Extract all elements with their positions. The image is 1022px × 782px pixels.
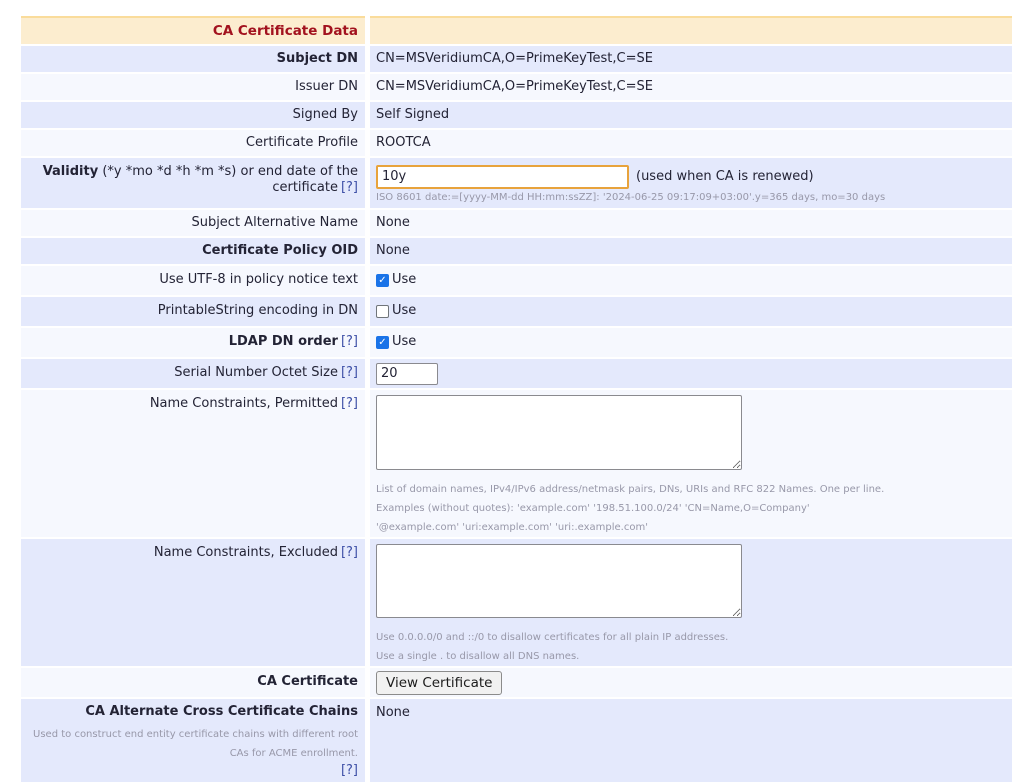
subject-dn-label: Subject DN	[21, 46, 365, 72]
validity-field-cell: (used when CA is renewed) ISO 8601 date:…	[370, 158, 1012, 208]
ldap-dn-order-cell: Use	[370, 328, 1012, 357]
nc-permitted-cell: List of domain names, IPv4/IPv6 address/…	[370, 390, 1012, 537]
signed-by-label: Signed By	[21, 102, 365, 128]
ldap-dn-order-label: LDAP DN order[?]	[21, 328, 365, 357]
section-header: CA Certificate Data	[21, 16, 365, 44]
validity-input-line: (used when CA is renewed)	[376, 165, 814, 189]
validity-format-note: ISO 8601 date:=[yyyy-MM-dd HH:mm:ssZZ]: …	[376, 192, 885, 205]
certificate-policy-oid-value: None	[370, 238, 1012, 264]
nc-excluded-note-line: Use 0.0.0.0/0 and ::/0 to disallow certi…	[376, 628, 728, 647]
nc-excluded-label: Name Constraints, Excluded[?]	[21, 539, 365, 666]
nc-permitted-note-line: List of domain names, IPv4/IPv6 address/…	[376, 480, 884, 499]
certificate-policy-oid-label: Certificate Policy OID	[21, 238, 365, 264]
utf8-policy-checkbox-row: Use	[376, 272, 416, 288]
serial-octet-size-cell	[370, 359, 1012, 388]
certificate-profile-label: Certificate Profile	[21, 130, 365, 156]
section-header-spacer	[370, 16, 1012, 44]
validity-help-link[interactable]: [?]	[341, 180, 358, 195]
subject-alt-name-value: None	[370, 210, 1012, 236]
nc-excluded-notes: Use 0.0.0.0/0 and ::/0 to disallow certi…	[376, 628, 728, 666]
ca-certificate-data-table: CA Certificate Data Subject DN CN=MSVeri…	[21, 16, 1012, 782]
nc-permitted-label: Name Constraints, Permitted[?]	[21, 390, 365, 537]
validity-suffix: (used when CA is renewed)	[636, 169, 814, 185]
nc-excluded-help-link[interactable]: [?]	[341, 545, 358, 560]
nc-excluded-label-text: Name Constraints, Excluded[?]	[154, 545, 358, 561]
ca-certificate-cell: View Certificate	[370, 668, 1012, 697]
nc-excluded-cell: Use 0.0.0.0/0 and ::/0 to disallow certi…	[370, 539, 1012, 666]
section-title: CA Certificate Data	[213, 23, 358, 40]
ca-certificate-label: CA Certificate	[21, 668, 365, 697]
printable-string-label: PrintableString encoding in DN	[21, 297, 365, 326]
alternate-chains-value: None	[370, 699, 1012, 782]
certificate-profile-value: ROOTCA	[370, 130, 1012, 156]
nc-permitted-textarea[interactable]	[376, 395, 742, 470]
subject-dn-value: CN=MSVeridiumCA,O=PrimeKeyTest,C=SE	[370, 46, 1012, 72]
printable-string-checkbox[interactable]	[376, 305, 389, 318]
nc-excluded-textarea[interactable]	[376, 544, 742, 618]
nc-excluded-note-line: Use a single . to disallow all DNS names…	[376, 647, 728, 666]
ldap-dn-order-label-text: LDAP DN order[?]	[229, 334, 358, 350]
validity-label-text: Validity (*y *mo *d *h *m *s) or end dat…	[33, 164, 358, 197]
validity-label: Validity (*y *mo *d *h *m *s) or end dat…	[21, 158, 365, 208]
serial-octet-size-label-text: Serial Number Octet Size[?]	[174, 365, 358, 381]
view-certificate-button[interactable]: View Certificate	[376, 671, 502, 695]
signed-by-value: Self Signed	[370, 102, 1012, 128]
alternate-chains-label: CA Alternate Cross Certificate Chains	[85, 704, 358, 720]
ldap-dn-order-checkbox-row: Use	[376, 334, 416, 350]
printable-string-checkbox-row: Use	[376, 303, 416, 319]
printable-string-cell: Use	[370, 297, 1012, 326]
alternate-chains-label-cell: CA Alternate Cross Certificate Chains Us…	[21, 699, 365, 782]
utf8-policy-checkbox[interactable]	[376, 274, 389, 287]
serial-octet-size-label: Serial Number Octet Size[?]	[21, 359, 365, 388]
serial-octet-size-help-link[interactable]: [?]	[341, 365, 358, 380]
ldap-dn-order-help-link[interactable]: [?]	[341, 334, 358, 349]
nc-permitted-note-line: '@example.com' 'uri:example.com' 'uri:.e…	[376, 518, 884, 537]
issuer-dn-value: CN=MSVeridiumCA,O=PrimeKeyTest,C=SE	[370, 74, 1012, 100]
printable-string-checkbox-label: Use	[392, 303, 416, 319]
nc-permitted-label-text: Name Constraints, Permitted[?]	[150, 396, 358, 412]
utf8-policy-label: Use UTF-8 in policy notice text	[21, 266, 365, 295]
nc-permitted-notes: List of domain names, IPv4/IPv6 address/…	[376, 480, 884, 537]
utf8-policy-checkbox-label: Use	[392, 272, 416, 288]
ldap-dn-order-checkbox-label: Use	[392, 334, 416, 350]
issuer-dn-label: Issuer DN	[21, 74, 365, 100]
utf8-policy-cell: Use	[370, 266, 1012, 295]
ldap-dn-order-checkbox[interactable]	[376, 336, 389, 349]
subject-alt-name-label: Subject Alternative Name	[21, 210, 365, 236]
alternate-chains-description: Used to construct end entity certificate…	[33, 725, 358, 763]
nc-permitted-help-link[interactable]: [?]	[341, 396, 358, 411]
validity-input[interactable]	[376, 165, 629, 189]
nc-permitted-note-line: Examples (without quotes): 'example.com'…	[376, 499, 884, 518]
serial-octet-size-input[interactable]	[376, 363, 438, 385]
